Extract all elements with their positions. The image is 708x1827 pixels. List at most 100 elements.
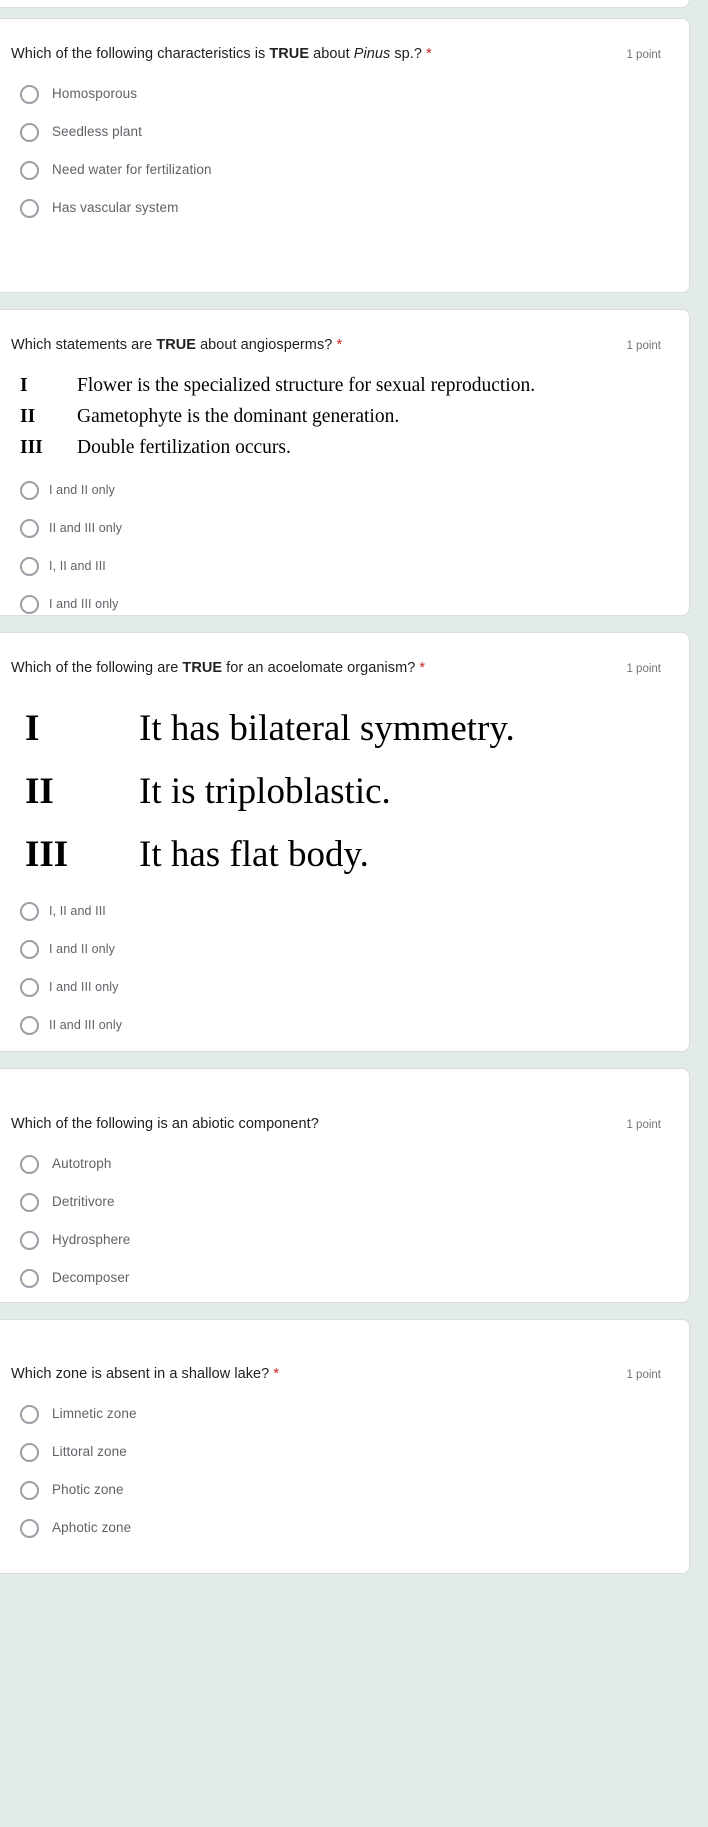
statement-text: It is triploblastic.	[139, 771, 391, 812]
form-page: Which of the following characteristics i…	[0, 0, 708, 1827]
option-row[interactable]: Autotroph	[11, 1145, 671, 1183]
radio-button-icon[interactable]	[20, 1518, 39, 1538]
radio-button-icon[interactable]	[20, 1154, 39, 1174]
radio-button-icon[interactable]	[20, 198, 39, 218]
option-label: I, II and III	[49, 904, 106, 918]
radio-button-icon[interactable]	[20, 1192, 39, 1212]
option-label: I, II and III	[49, 559, 106, 573]
question-title-part1: Which zone is absent in a shallow lake?	[11, 1366, 274, 1382]
statement-block: I Flower is the specialized structure fo…	[11, 356, 671, 463]
question-card-previous-partial	[0, 0, 690, 8]
option-label: Need water for fertilization	[52, 162, 212, 177]
statement-row: III It has flat body.	[11, 823, 671, 886]
statement-numeral: I	[25, 708, 40, 749]
required-asterisk: *	[336, 337, 343, 353]
option-row[interactable]: I and III only	[11, 968, 671, 1006]
statement-numeral: I	[20, 375, 28, 396]
option-label: II and III only	[49, 521, 123, 535]
statement-text: It has bilateral symmetry.	[139, 708, 515, 749]
option-row[interactable]: I and II only	[11, 930, 671, 968]
option-row[interactable]: I and III only	[11, 585, 671, 623]
radio-button-icon[interactable]	[20, 901, 39, 921]
option-row[interactable]: I, II and III	[11, 547, 671, 585]
option-label: Autotroph	[52, 1156, 112, 1171]
question-card-q4: Which of the following is an abiotic com…	[0, 1068, 690, 1303]
radio-button-icon[interactable]	[20, 84, 39, 104]
option-row[interactable]: Has vascular system	[11, 189, 671, 227]
question-title-bold: TRUE	[269, 46, 310, 62]
points-label: 1 point	[626, 663, 661, 675]
radio-button-icon[interactable]	[20, 1442, 39, 1462]
statement-numeral: II	[25, 771, 54, 812]
statement-text: It has flat body.	[139, 834, 369, 875]
question-title: Which of the following is an abiotic com…	[11, 1115, 319, 1134]
radio-button-icon[interactable]	[20, 1268, 39, 1288]
question-title: Which statements are TRUE about angiospe…	[11, 336, 342, 355]
option-label: I and II only	[49, 483, 115, 497]
question-title: Which of the following characteristics i…	[11, 45, 432, 64]
option-label: Has vascular system	[52, 200, 179, 215]
radio-button-icon[interactable]	[20, 556, 39, 576]
radio-button-icon[interactable]	[20, 480, 39, 500]
radio-button-icon[interactable]	[20, 1015, 39, 1035]
statement-row: I Flower is the specialized structure fo…	[11, 370, 671, 401]
options-list: I, II and III I and II only I and III on…	[11, 886, 671, 1066]
option-row[interactable]: Hydrosphere	[11, 1221, 671, 1259]
radio-button-icon[interactable]	[20, 1404, 39, 1424]
question-title-part2: about	[309, 46, 354, 62]
radio-button-icon[interactable]	[20, 122, 39, 142]
option-label: Decomposer	[52, 1270, 130, 1285]
question-header: Which statements are TRUE about angiospe…	[11, 310, 671, 356]
question-title-bold: TRUE	[182, 660, 223, 676]
option-label: Detritivore	[52, 1194, 115, 1209]
radio-button-icon[interactable]	[20, 939, 39, 959]
statement-row: I It has bilateral symmetry.	[11, 697, 671, 760]
option-row[interactable]: Photic zone	[11, 1471, 671, 1509]
option-row[interactable]: I, II and III	[11, 892, 671, 930]
radio-button-icon[interactable]	[20, 160, 39, 180]
option-label: I and II only	[49, 942, 115, 956]
option-row[interactable]: Limnetic zone	[11, 1395, 671, 1433]
option-row[interactable]: Littoral zone	[11, 1433, 671, 1471]
option-label: I and III only	[49, 980, 119, 994]
option-label: Seedless plant	[52, 124, 142, 139]
question-header: Which of the following is an abiotic com…	[11, 1069, 671, 1135]
question-title-part1: Which of the following characteristics i…	[11, 46, 270, 62]
option-label: Aphotic zone	[52, 1520, 132, 1535]
question-card-q2: Which statements are TRUE about angiospe…	[0, 309, 690, 616]
options-list: Limnetic zone Littoral zone Photic zone …	[11, 1385, 671, 1569]
radio-button-icon[interactable]	[20, 977, 39, 997]
option-row[interactable]: Decomposer	[11, 1259, 671, 1297]
radio-button-icon[interactable]	[20, 1480, 39, 1500]
question-title-bold: TRUE	[156, 337, 196, 353]
statement-text: Gametophyte is the dominant generation.	[77, 406, 400, 427]
question-title-part2: about angiosperms?	[195, 337, 333, 353]
question-card-q3: Which of the following are TRUE for an a…	[0, 632, 690, 1052]
option-row[interactable]: Need water for fertilization	[11, 151, 671, 189]
statement-text: Double fertilization occurs.	[77, 437, 291, 458]
question-title-italic: Pinus	[353, 46, 391, 62]
option-label: Limnetic zone	[52, 1406, 137, 1421]
statement-numeral: III	[25, 834, 69, 875]
option-row[interactable]: Homosporous	[11, 75, 671, 113]
required-asterisk: *	[426, 46, 432, 62]
question-header: Which zone is absent in a shallow lake? …	[11, 1320, 671, 1385]
statement-numeral: III	[20, 437, 43, 458]
option-label: Homosporous	[52, 86, 138, 101]
option-row[interactable]: Detritivore	[11, 1183, 671, 1221]
option-row[interactable]: II and III only	[11, 1006, 671, 1044]
radio-button-icon[interactable]	[20, 1230, 39, 1250]
points-label: 1 point	[626, 340, 661, 352]
question-title-part1: Which statements are	[11, 337, 157, 353]
question-card-q1: Which of the following characteristics i…	[0, 18, 690, 293]
question-title-part2: for an acoelomate organism?	[222, 660, 416, 676]
radio-button-icon[interactable]	[20, 594, 39, 614]
radio-button-icon[interactable]	[20, 518, 39, 538]
option-row[interactable]: I and II only	[11, 471, 671, 509]
option-row[interactable]: II and III only	[11, 509, 671, 547]
option-label: I and III only	[49, 597, 119, 611]
option-row[interactable]: Aphotic zone	[11, 1509, 671, 1547]
required-asterisk: *	[273, 1366, 280, 1382]
option-row[interactable]: Seedless plant	[11, 113, 671, 151]
option-label: Photic zone	[52, 1482, 124, 1497]
